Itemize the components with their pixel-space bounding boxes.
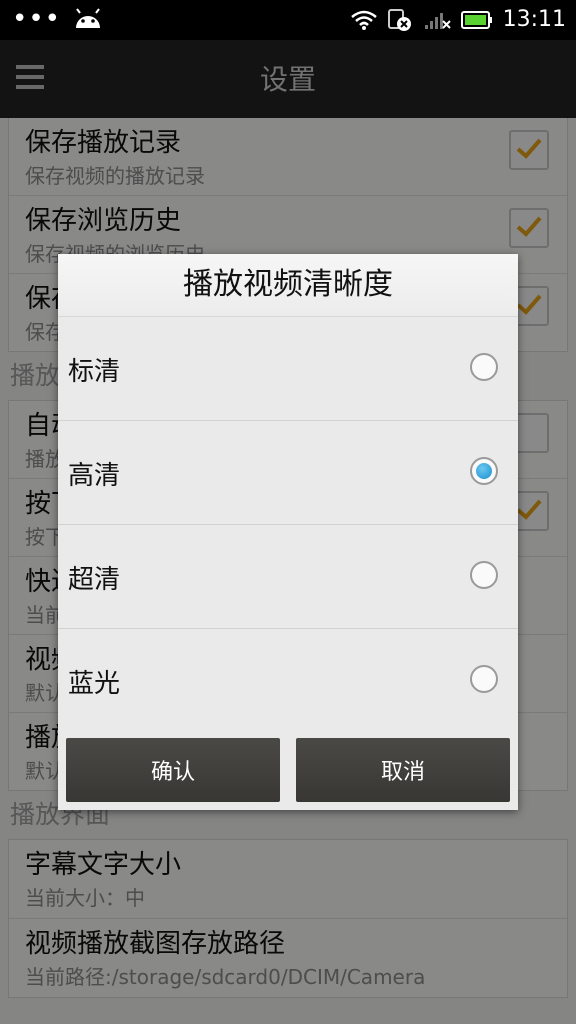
radio-button[interactable] bbox=[470, 665, 498, 693]
radio-button[interactable] bbox=[470, 561, 498, 589]
sim-error-icon bbox=[387, 9, 411, 31]
radio-dot-icon bbox=[476, 463, 492, 479]
option-label: 高清 bbox=[68, 461, 121, 491]
radio-button-selected[interactable] bbox=[470, 457, 498, 485]
radio-button[interactable] bbox=[470, 353, 498, 381]
quality-option-bluray[interactable]: 蓝光 bbox=[58, 629, 518, 732]
option-label: 标清 bbox=[68, 357, 121, 387]
clock-time: 13:11 bbox=[502, 7, 566, 32]
android-icon bbox=[76, 8, 101, 28]
signal-icon bbox=[424, 13, 451, 29]
quality-dialog: 播放视频清晰度 标清 高清 超清 蓝光 确认 取消 bbox=[58, 254, 518, 810]
dialog-buttons: 确认 取消 bbox=[66, 738, 510, 802]
quality-option-hd[interactable]: 高清 bbox=[58, 421, 518, 525]
option-label: 超清 bbox=[68, 565, 121, 595]
dialog-title: 播放视频清晰度 bbox=[58, 254, 518, 317]
battery-icon bbox=[460, 11, 492, 29]
cancel-button[interactable]: 取消 bbox=[296, 738, 510, 802]
quality-option-uhd[interactable]: 超清 bbox=[58, 525, 518, 629]
status-bar: ••• 13:11 bbox=[0, 0, 576, 40]
option-label: 蓝光 bbox=[68, 669, 121, 699]
confirm-button[interactable]: 确认 bbox=[66, 738, 280, 802]
quality-option-sd[interactable]: 标清 bbox=[58, 317, 518, 421]
wifi-icon bbox=[350, 10, 377, 30]
more-dots-icon: ••• bbox=[12, 4, 62, 34]
